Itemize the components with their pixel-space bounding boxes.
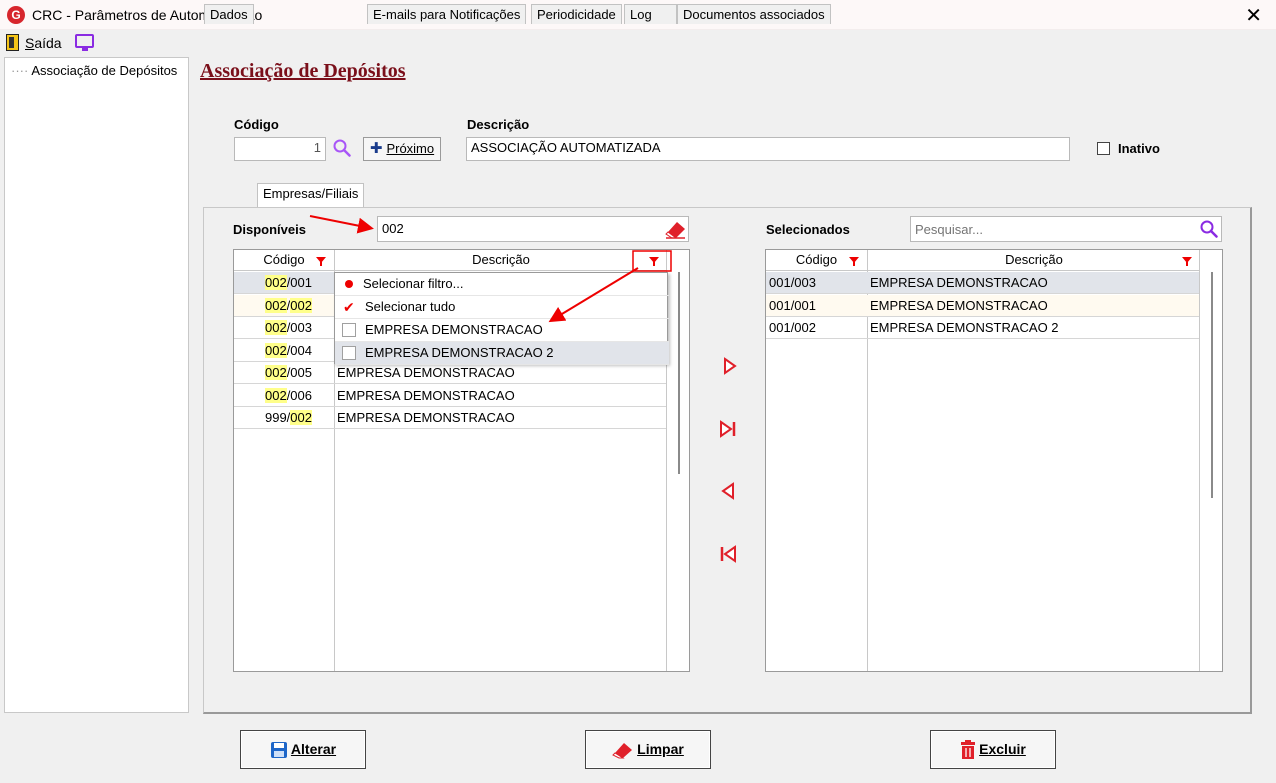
option-checkbox[interactable]: [342, 323, 356, 337]
tab-dados[interactable]: Dados: [204, 4, 254, 24]
popup-option-empresa-demonstracao[interactable]: EMPRESA DEMONSTRACAO: [335, 319, 669, 342]
cell-codigo: 001/001: [769, 297, 816, 313]
descricao-input[interactable]: ASSOCIAÇÃO AUTOMATIZADA: [466, 137, 1070, 161]
cell-codigo: 001/002: [769, 320, 816, 335]
disponiveis-scrollbar[interactable]: [678, 272, 680, 474]
page-title: Associação de Depósitos: [200, 60, 406, 82]
navigation-tree: ···· Associação de Depósitos: [4, 57, 189, 713]
column-header-descricao[interactable]: Descrição: [335, 250, 667, 271]
cell-descricao: EMPRESA DEMONSTRACAO: [870, 297, 1048, 313]
alterar-button-label: Alterar: [290, 741, 337, 757]
plus-icon: ✚: [369, 140, 383, 157]
table-row[interactable]: 001/003 EMPRESA DEMONSTRACAO: [766, 272, 1199, 294]
descricao-filter-icon[interactable]: [1182, 257, 1192, 266]
cell-codigo: 002/004: [264, 342, 312, 358]
excluir-button-label: Excluir: [979, 741, 1026, 757]
cell-codigo: 002/002: [264, 297, 312, 313]
save-disk-icon: [270, 742, 287, 759]
column-header-codigo-label: Código: [263, 252, 305, 267]
selecionados-grid: Código Descrição 001/003 EMPRESA DEMONSTR…: [765, 249, 1223, 672]
selecionados-scrollbar[interactable]: [1211, 272, 1213, 498]
proximo-button-label: Próximo: [386, 141, 435, 156]
descricao-filter-popup: Selecionar filtro... ✔ Selecionar tudo E…: [334, 272, 669, 365]
popup-selecionar-tudo[interactable]: ✔ Selecionar tudo: [335, 296, 669, 319]
cell-codigo: 002/001: [264, 275, 312, 290]
popup-item-label: EMPRESA DEMONSTRACAO: [365, 322, 543, 337]
descricao-label: Descrição: [467, 117, 530, 132]
alterar-button[interactable]: Alterar: [240, 730, 366, 769]
codigo-label: Código: [234, 117, 279, 132]
tree-item-associacao-depositos[interactable]: ···· Associação de Depósitos: [11, 63, 177, 78]
tab-empresas-filiais[interactable]: Empresas/Filiais: [257, 183, 365, 207]
column-header-descricao-label: Descrição: [1005, 252, 1063, 267]
exit-menu-item[interactable]: Saída: [25, 35, 62, 51]
check-icon: ✔: [343, 299, 355, 315]
eraser-icon[interactable]: [665, 219, 687, 239]
cell-codigo: 002/003: [264, 320, 312, 335]
monitor-icon[interactable]: [75, 34, 94, 51]
app-logo-icon: G: [7, 6, 25, 24]
inativo-checkbox[interactable]: [1097, 142, 1110, 155]
disponiveis-label: Disponíveis: [233, 222, 306, 237]
popup-option-empresa-demonstracao-2[interactable]: EMPRESA DEMONSTRACAO 2: [335, 342, 669, 365]
close-window-icon[interactable]: ✕: [1245, 3, 1262, 28]
red-dot-icon: [345, 280, 353, 288]
tab-log[interactable]: Log: [624, 4, 677, 24]
cell-codigo: 002/006: [264, 387, 312, 403]
limpar-button-label: Limpar: [637, 741, 684, 757]
excluir-button[interactable]: Excluir: [930, 730, 1056, 769]
cell-codigo: 001/003: [769, 275, 816, 290]
selecionados-search-icon[interactable]: [1200, 220, 1218, 238]
cell-codigo: 002/005: [264, 365, 312, 380]
tab-emails-notificacoes[interactable]: E-mails para Notificações: [367, 4, 527, 24]
move-left-icon[interactable]: [719, 481, 739, 501]
option-checkbox[interactable]: [342, 346, 356, 360]
selecionados-search-input[interactable]: [910, 216, 1222, 242]
cell-descricao: EMPRESA DEMONSTRACAO: [870, 275, 1048, 290]
table-row[interactable]: 999/002 EMPRESA DEMONSTRACAO: [234, 407, 666, 429]
menubar: Saída: [0, 31, 1276, 55]
tree-item-label: Associação de Depósitos: [31, 63, 178, 78]
popup-item-label: Selecionar tudo: [365, 299, 456, 314]
popup-item-label: EMPRESA DEMONSTRACAO 2: [365, 345, 554, 360]
cell-descricao: EMPRESA DEMONSTRACAO 2: [870, 320, 1059, 335]
codigo-filter-icon[interactable]: [316, 257, 326, 266]
popup-selecionar-filtro[interactable]: Selecionar filtro...: [335, 273, 669, 296]
cell-descricao: EMPRESA DEMONSTRACAO: [337, 365, 515, 380]
codigo-input[interactable]: 1: [234, 137, 326, 161]
inativo-label: Inativo: [1118, 141, 1160, 156]
tab-periodicidade[interactable]: Periodicidade: [531, 4, 622, 24]
column-header-codigo-label: Código: [795, 252, 838, 267]
disponiveis-filter-input[interactable]: 002: [377, 216, 689, 242]
eraser-icon: [612, 743, 633, 759]
table-row[interactable]: 001/002 EMPRESA DEMONSTRACAO 2: [766, 317, 1199, 339]
column-header-descricao-label: Descrição: [472, 252, 530, 267]
table-row[interactable]: 001/001 EMPRESA DEMONSTRACAO: [766, 294, 1199, 317]
move-right-icon[interactable]: [719, 356, 739, 376]
exit-door-icon[interactable]: [6, 34, 19, 51]
move-all-right-icon[interactable]: [718, 419, 738, 439]
codigo-filter-icon[interactable]: [849, 257, 859, 266]
trash-icon: [961, 740, 976, 760]
table-row[interactable]: 002/005 EMPRESA DEMONSTRACAO: [234, 362, 666, 384]
tab-documentos-associados[interactable]: Documentos associados: [677, 4, 831, 24]
tree-connector: ····: [11, 63, 29, 78]
column-header-descricao[interactable]: Descrição: [868, 250, 1200, 271]
proximo-button[interactable]: ✚ Próximo: [363, 137, 441, 161]
move-all-left-icon[interactable]: [718, 544, 738, 564]
table-row[interactable]: 002/006 EMPRESA DEMONSTRACAO: [234, 385, 666, 407]
cell-descricao: EMPRESA DEMONSTRACAO: [337, 410, 515, 425]
column-divider: [1199, 250, 1200, 671]
descricao-filter-icon[interactable]: [649, 257, 659, 266]
selecionados-label: Selecionados: [766, 222, 850, 237]
exit-menu-label: Saída: [25, 35, 62, 51]
codigo-search-icon[interactable]: [333, 139, 351, 157]
cell-descricao: EMPRESA DEMONSTRACAO: [337, 387, 515, 403]
limpar-button[interactable]: Limpar: [585, 730, 711, 769]
popup-item-label: Selecionar filtro...: [363, 276, 464, 291]
cell-codigo: 999/002: [264, 410, 312, 425]
